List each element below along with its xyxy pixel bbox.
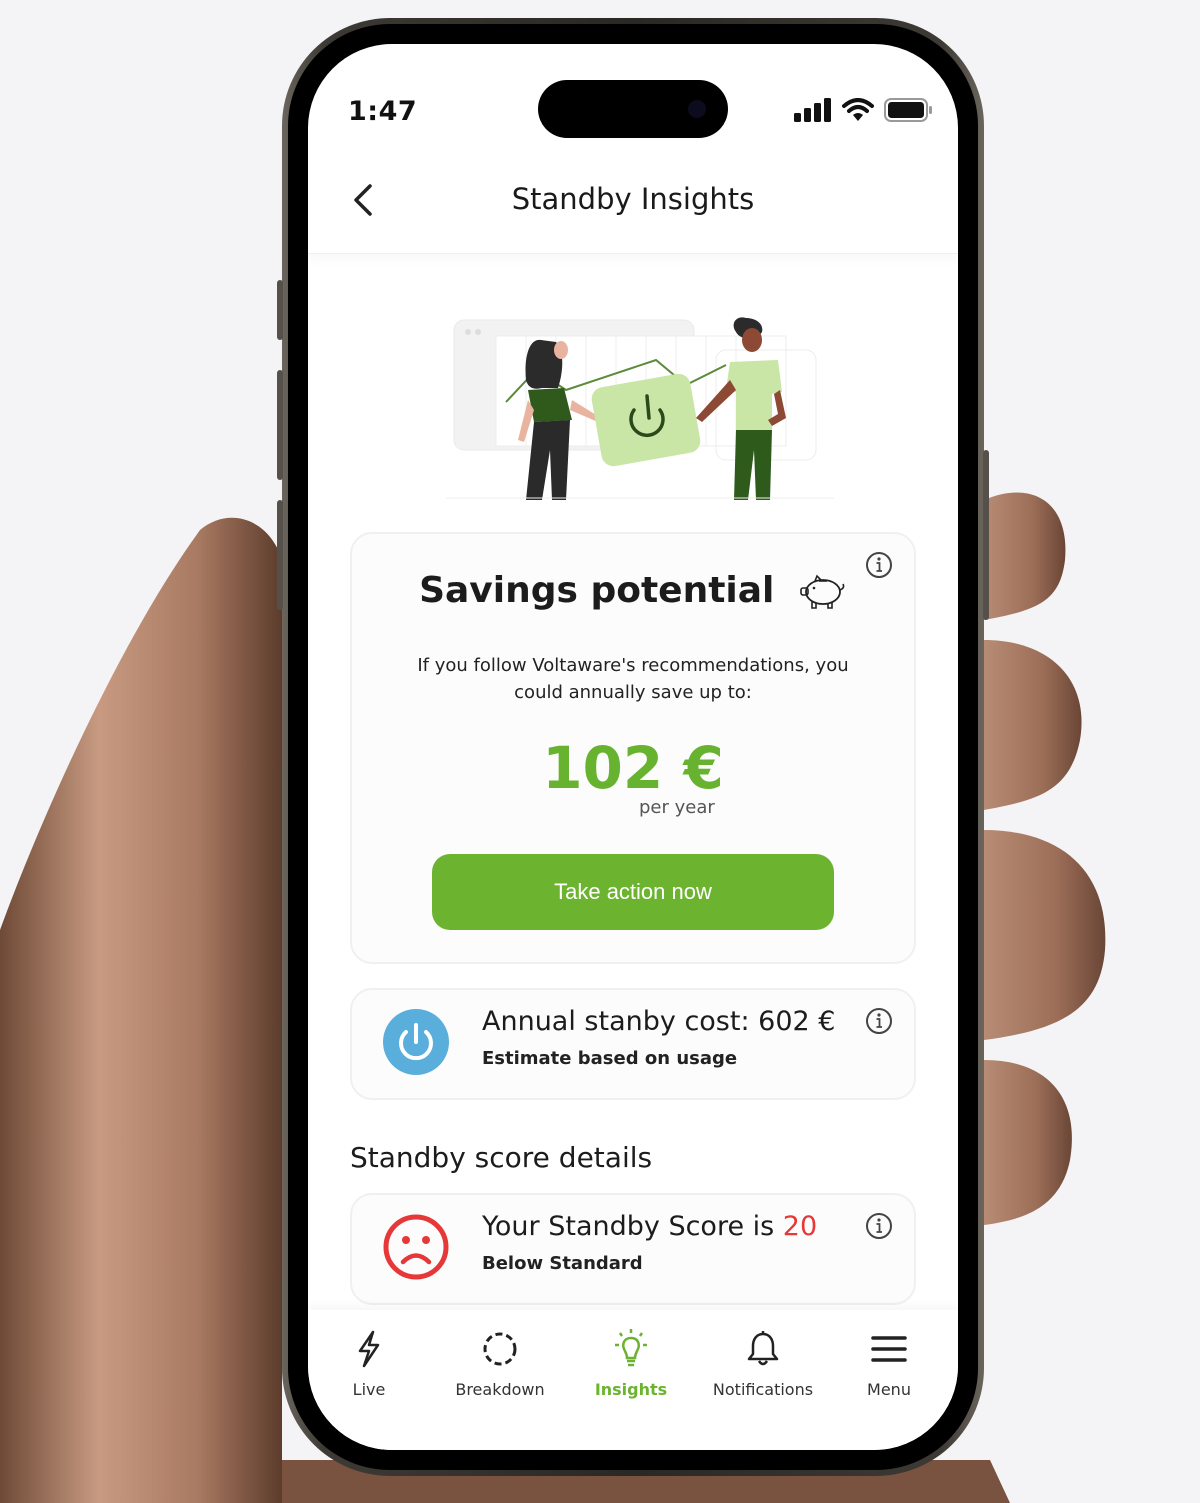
power-icon bbox=[383, 1009, 449, 1075]
status-bar: 1:47 bbox=[308, 44, 958, 154]
volume-up-button bbox=[277, 370, 283, 480]
savings-period: per year bbox=[639, 797, 715, 818]
camera-icon bbox=[688, 100, 706, 118]
info-icon[interactable] bbox=[864, 1211, 894, 1241]
scroll-content[interactable]: Savings potential If you follow Voltawar… bbox=[308, 255, 958, 1310]
dynamic-island bbox=[538, 80, 728, 138]
battery-icon bbox=[884, 98, 932, 122]
status-time: 1:47 bbox=[348, 96, 418, 127]
tab-insights[interactable]: Insights bbox=[566, 1328, 696, 1399]
standby-score-card[interactable]: Your Standby Score is 20 Below Standard bbox=[350, 1193, 916, 1305]
dashed-circle-icon bbox=[483, 1332, 517, 1366]
bell-icon bbox=[747, 1331, 779, 1366]
annual-cost-title: Annual stanby cost: 602 € bbox=[482, 1006, 836, 1037]
phone-frame: 1:47 Standby Insights Savings potential … bbox=[282, 18, 984, 1476]
tab-label: Insights bbox=[594, 1380, 668, 1399]
action-button bbox=[277, 280, 283, 340]
standby-score-text: Your Standby Score is 20 bbox=[482, 1211, 817, 1242]
annual-cost-subtitle: Estimate based on usage bbox=[482, 1048, 738, 1069]
tab-label: Menu bbox=[867, 1380, 911, 1399]
tab-notifications[interactable]: Notifications bbox=[698, 1328, 828, 1399]
lightning-icon bbox=[358, 1330, 380, 1368]
lightbulb-icon bbox=[615, 1329, 647, 1367]
cellular-signal-icon bbox=[794, 98, 831, 122]
page-title: Standby Insights bbox=[511, 182, 755, 216]
piggy-bank-icon bbox=[800, 574, 845, 609]
tab-label: Notifications bbox=[712, 1380, 814, 1399]
power-button bbox=[983, 450, 989, 620]
volume-down-button bbox=[277, 500, 283, 610]
tab-label: Breakdown bbox=[455, 1380, 545, 1399]
nav-header: Standby Insights bbox=[308, 154, 958, 254]
score-label: Below Standard bbox=[482, 1253, 643, 1274]
info-icon[interactable] bbox=[864, 1006, 894, 1036]
sad-face-icon bbox=[383, 1214, 449, 1280]
app-screen: 1:47 Standby Insights Savings potential … bbox=[308, 44, 958, 1450]
score-prefix: Your Standby Score is bbox=[482, 1211, 783, 1242]
tab-label: Live bbox=[352, 1380, 386, 1399]
savings-potential-card: Savings potential If you follow Voltawar… bbox=[350, 532, 916, 964]
savings-amount: 102 € bbox=[542, 734, 724, 802]
standby-illustration bbox=[446, 317, 834, 500]
status-icons bbox=[794, 98, 932, 122]
take-action-button[interactable]: Take action now bbox=[432, 854, 834, 930]
hamburger-icon bbox=[871, 1336, 907, 1362]
wifi-icon bbox=[842, 98, 874, 121]
score-value: 20 bbox=[782, 1211, 818, 1242]
bottom-tab-bar: Live Breakdown Insights Notifications Me… bbox=[308, 1310, 958, 1450]
savings-title: Savings potential bbox=[419, 570, 775, 611]
tab-menu[interactable]: Menu bbox=[824, 1328, 954, 1399]
savings-description: If you follow Voltaware's recommendation… bbox=[417, 655, 849, 703]
section-title-score-details: Standby score details bbox=[350, 1141, 653, 1174]
savings-title-row: Savings potential bbox=[352, 570, 914, 612]
tab-breakdown[interactable]: Breakdown bbox=[435, 1328, 565, 1399]
annual-standby-cost-card[interactable]: Annual stanby cost: 602 € Estimate based… bbox=[350, 988, 916, 1100]
tab-live[interactable]: Live bbox=[308, 1328, 434, 1399]
